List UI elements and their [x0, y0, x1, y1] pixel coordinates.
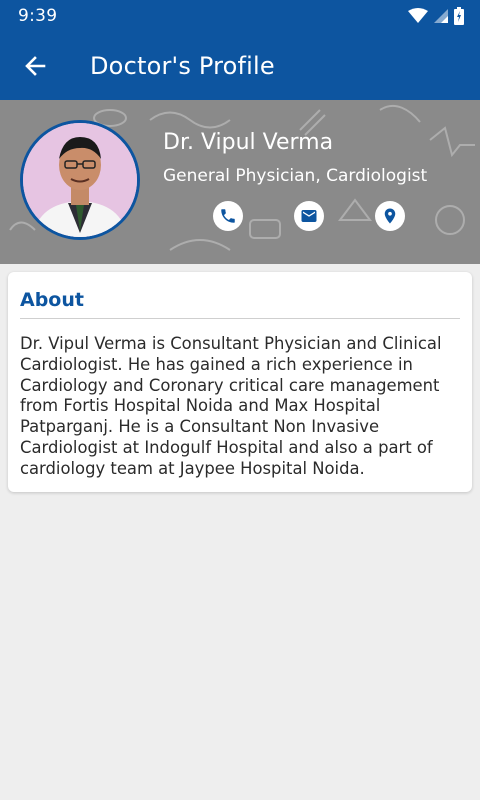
app-bar: Doctor's Profile [0, 32, 480, 100]
call-button[interactable] [213, 201, 243, 231]
avatar [20, 120, 140, 240]
doctor-name: Dr. Vipul Verma [163, 130, 334, 155]
about-heading: About [20, 289, 84, 311]
wifi-icon [408, 8, 428, 23]
arrow-left-icon [25, 56, 46, 76]
phone-icon [221, 209, 235, 223]
about-text: Dr. Vipul Verma is Consultant Physician … [20, 334, 442, 478]
status-icons [408, 6, 464, 26]
status-time: 9:39 [18, 6, 58, 26]
back-button[interactable] [20, 50, 52, 82]
status-bar: 9:39 [0, 0, 480, 32]
email-button[interactable] [294, 201, 324, 231]
doctor-photo [23, 123, 137, 237]
location-icon [384, 208, 396, 224]
battery-icon [454, 7, 464, 25]
page-title: Doctor's Profile [90, 52, 275, 80]
about-divider [20, 318, 460, 319]
about-card: About Dr. Vipul Verma is Consultant Phys… [8, 272, 472, 492]
location-button[interactable] [375, 201, 405, 231]
doctor-specialty: General Physician, Cardiologist [163, 166, 428, 186]
signal-icon [434, 9, 448, 23]
email-icon [301, 210, 317, 222]
